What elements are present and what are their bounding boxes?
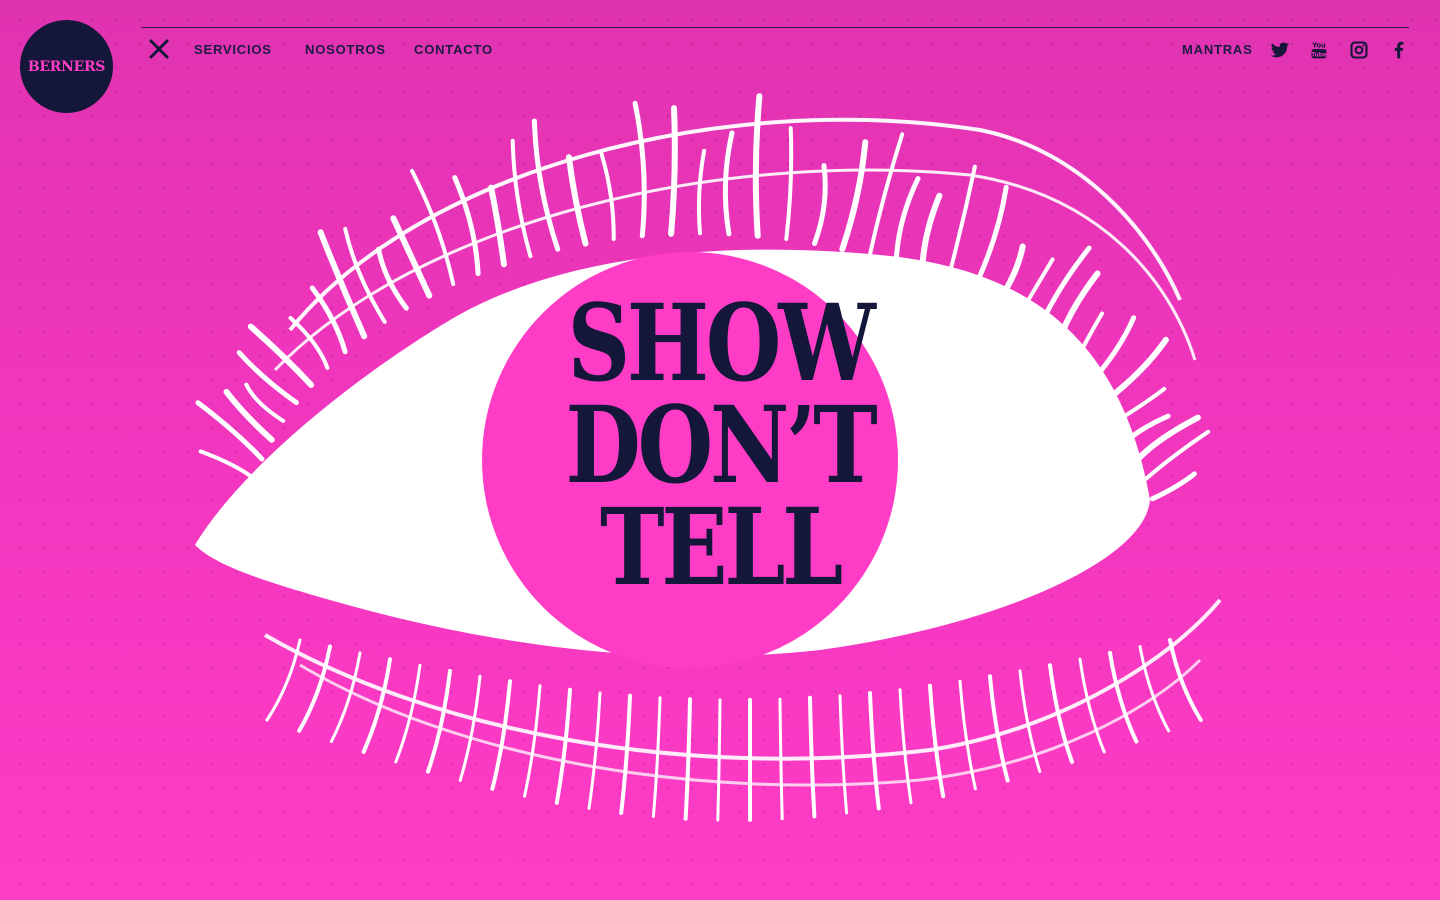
upper-lash [531,118,561,252]
hero-line-2: DON’T [565,382,877,507]
lower-lash [394,663,422,764]
upper-lash [510,138,533,259]
lower-lash [716,698,722,822]
nav-mantras[interactable]: MANTRAS [1182,42,1253,57]
lower-lash [683,697,692,821]
lower-lash [265,638,302,722]
upper-lash [452,175,481,277]
upper-lash [1013,257,1055,324]
upper-lash [1100,336,1169,406]
upper-lash [722,130,735,237]
upper-lash [376,246,409,311]
lower-lash [1138,645,1171,733]
lower-lash [1048,663,1074,764]
upper-lash [918,192,943,277]
nav-servicios[interactable]: SERVICIOS [194,42,272,57]
upper-lash [195,400,265,462]
close-menu-icon[interactable] [148,38,170,60]
upper-lash [990,243,1026,312]
lower-lash [928,683,946,799]
nav-nosotros[interactable]: NOSOTROS [305,42,386,57]
upper-lash [247,323,315,388]
upper-lash [752,93,763,239]
lower-lash [868,691,881,811]
upper-lash [343,226,387,324]
upper-lash [599,152,616,241]
upper-lash [1149,471,1197,502]
berners-logo[interactable]: BERNERS [20,20,113,113]
upper-lash [944,164,977,287]
lower-lash [490,679,512,791]
facebook-icon[interactable] [1389,40,1409,60]
lower-lash [898,688,913,805]
upper-lash [1144,429,1211,481]
upper-lash [317,229,368,340]
nav-contacto[interactable]: CONTACTO [414,42,493,57]
upper-lash [288,316,330,370]
upper-lash [784,126,794,241]
upper-lash [812,163,828,246]
upper-lash [1051,270,1101,355]
lower-lash [1078,657,1106,754]
upper-lash [839,139,869,253]
upper-lash [1086,315,1137,388]
lower-lash [838,694,849,815]
upper-lash [309,285,348,355]
upper-lash [565,154,589,247]
lower-lash [778,697,784,821]
svg-text:You: You [1311,42,1326,50]
header-rule [141,27,1409,28]
lower-lash [361,657,392,754]
upper-lash [236,350,299,406]
lower-lash [426,668,452,774]
lower-lash [587,691,602,810]
upper-lash [696,148,707,236]
lower-lash [297,644,332,733]
instagram-icon[interactable] [1349,40,1369,60]
upper-lash [410,168,456,287]
upper-lash [632,100,647,239]
lower-lash [808,695,817,819]
upper-lash [1125,413,1171,443]
upper-lash [198,449,256,481]
youtube-icon[interactable]: You Tube [1309,40,1329,60]
lower-lash [651,696,662,818]
lower-lash [1108,650,1139,744]
upper-lash [1114,386,1167,423]
lower-lash [554,687,572,805]
upper-lash [223,388,275,443]
upper-lash [968,184,1009,299]
upper-lash [1070,311,1104,370]
hero-line-1: SHOW [567,280,875,405]
lower-lash [619,693,632,815]
logo-text: BERNERS [27,58,106,75]
hero-line-3: TELL [599,484,843,609]
upper-lash [1135,414,1201,462]
svg-text:Tube: Tube [1311,52,1327,58]
lower-lash [1018,669,1042,774]
hero-headline: SHOW DON’T TELL [520,280,920,609]
lower-lash [958,679,977,791]
lower-lash [329,651,362,743]
twitter-icon[interactable] [1270,40,1290,60]
upper-lash [668,105,678,237]
upper-lash [867,132,905,259]
lower-lash [523,684,542,798]
upper-lash [488,184,507,268]
upper-lash [390,215,433,299]
upper-lash [893,176,921,267]
upper-lash [1033,245,1092,339]
lower-lash [458,674,482,782]
lower-lash [988,674,1010,783]
lower-lash [1168,638,1203,722]
upper-lash [244,382,286,423]
